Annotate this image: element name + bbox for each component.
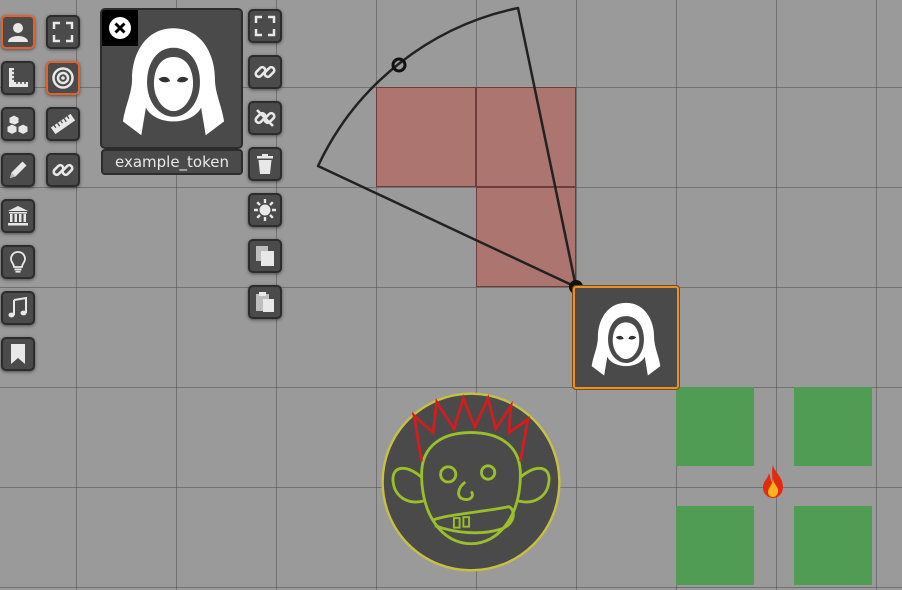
token-name: example_token [114,153,229,171]
ruler-angle-icon [9,68,28,87]
music-tool-button[interactable] [1,291,35,325]
token-settings-button[interactable] [248,193,282,227]
expand-icon [254,15,276,37]
green-area-block [794,387,872,466]
pencil-icon [10,161,27,178]
draw-tool-button[interactable] [1,153,35,187]
target-button[interactable] [46,61,80,95]
buildings-tool-button[interactable] [1,199,35,233]
fog-cell [476,187,576,287]
token-unlink-button[interactable] [248,101,282,135]
trash-icon [257,154,273,174]
green-area-block [676,387,754,466]
measure-tool-button[interactable] [1,61,35,95]
shapes-tool-button[interactable] [1,107,35,141]
close-icon [109,17,131,39]
hooded-figure-icon [591,302,661,376]
light-tool-button[interactable] [1,245,35,279]
goblin-token[interactable] [376,387,566,577]
fullscreen-button[interactable] [46,15,80,49]
token-name-label: example_token [101,149,243,175]
user-icon [8,23,28,42]
sun-gear-icon [254,199,276,221]
token-paste-button[interactable] [248,285,282,319]
bookmark-icon [11,344,25,364]
green-area-block [794,506,872,585]
copy-icon [256,246,274,266]
cone-rotate-handle[interactable] [391,57,407,73]
unlink-icon [254,109,276,127]
green-area-block [676,506,754,585]
token-copy-button[interactable] [248,239,282,273]
paste-icon [256,292,274,312]
ruler-icon [51,113,75,135]
fog-cell [376,87,476,187]
music-note-icon [8,296,27,318]
cubes-icon [6,114,29,136]
token-delete-button[interactable] [248,147,282,181]
bank-icon [8,206,28,226]
selected-token[interactable] [573,286,679,389]
link-icon [254,65,276,79]
link-icon [52,163,74,177]
link-button[interactable] [46,153,80,187]
token-expand-button[interactable] [248,9,282,43]
expand-icon [52,21,74,43]
bookmark-tool-button[interactable] [1,337,35,371]
target-icon [52,67,74,89]
ruler-button[interactable] [46,107,80,141]
fog-cell [476,87,576,187]
fire-icon[interactable] [761,462,785,500]
lightbulb-icon [10,251,26,273]
token-preview-panel [100,8,243,149]
close-button[interactable] [102,10,138,46]
token-link-button[interactable] [248,55,282,89]
token-tool-button[interactable] [1,15,35,49]
